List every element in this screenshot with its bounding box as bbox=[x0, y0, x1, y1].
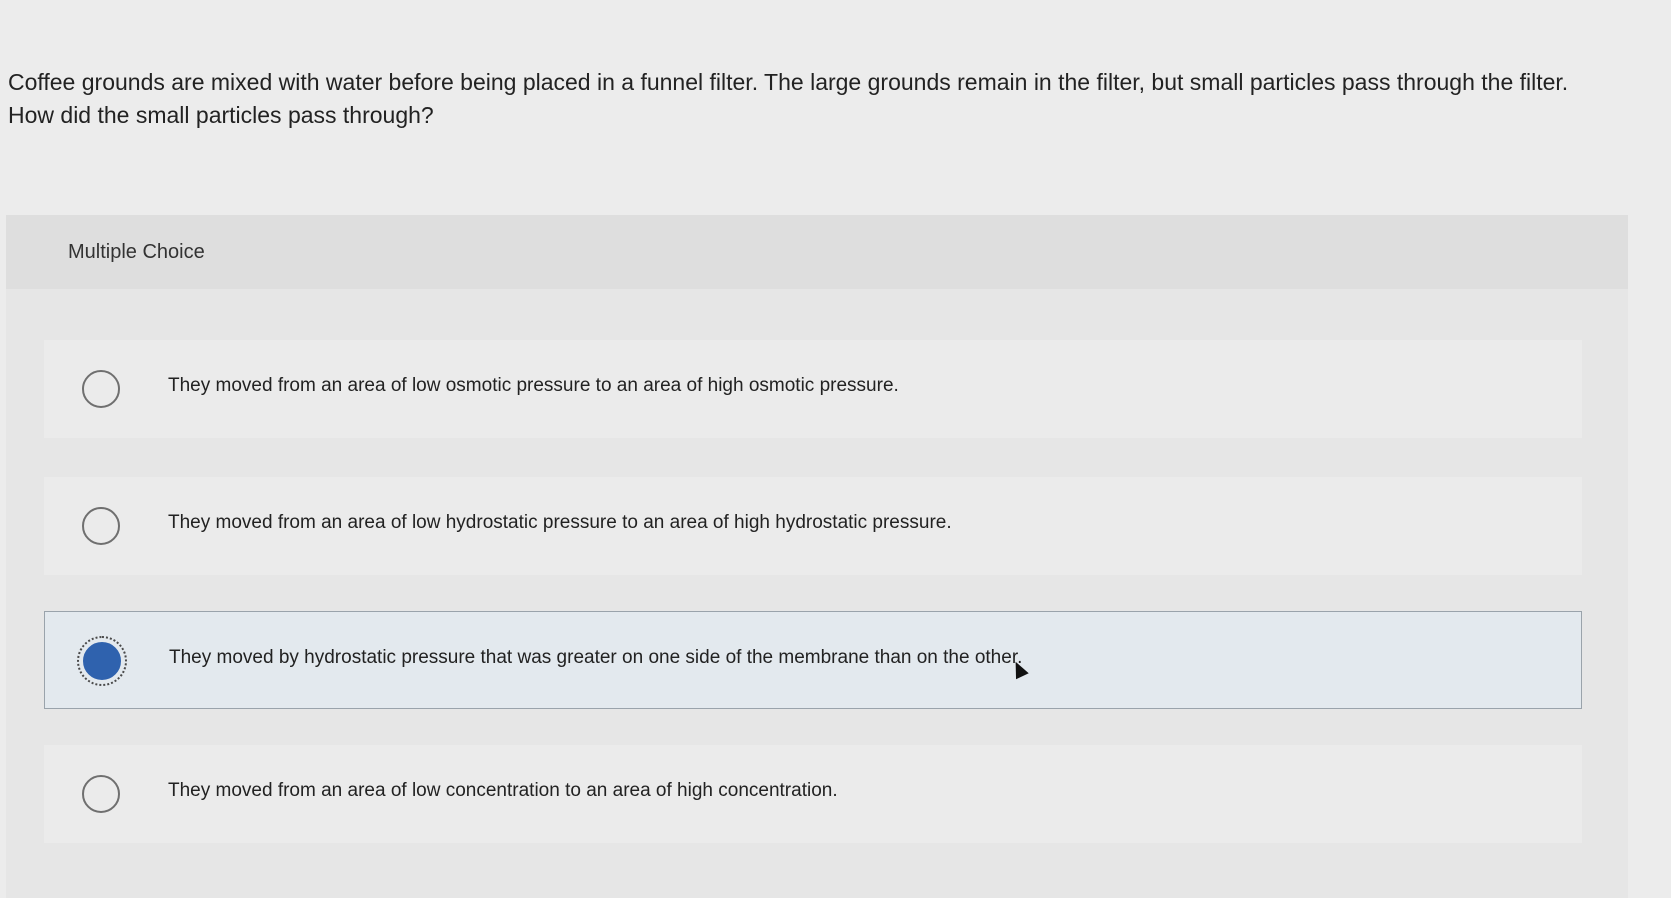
multiple-choice-header: Multiple Choice bbox=[6, 215, 1628, 289]
question-text: Coffee grounds are mixed with water befo… bbox=[8, 69, 1569, 128]
choice-option-text: They moved from an area of low concentra… bbox=[168, 780, 838, 801]
choice-option-text: They moved by hydrostatic pressure that … bbox=[169, 647, 1023, 668]
choice-option-text: They moved from an area of low osmotic p… bbox=[168, 375, 899, 396]
choice-option-text: They moved from an area of low hydrostat… bbox=[168, 512, 952, 533]
multiple-choice-label: Multiple Choice bbox=[68, 241, 205, 263]
choice-option-d[interactable]: They moved from an area of low concentra… bbox=[44, 745, 1582, 843]
choice-option-a[interactable]: They moved from an area of low osmotic p… bbox=[44, 340, 1582, 438]
radio-selected-icon[interactable] bbox=[77, 636, 127, 686]
choice-option-c[interactable]: They moved by hydrostatic pressure that … bbox=[44, 611, 1582, 709]
choice-option-b[interactable]: They moved from an area of low hydrostat… bbox=[44, 477, 1582, 575]
radio-unselected-icon[interactable] bbox=[82, 507, 120, 545]
radio-unselected-icon[interactable] bbox=[82, 775, 120, 813]
radio-unselected-icon[interactable] bbox=[82, 370, 120, 408]
multiple-choice-panel: Multiple Choice They moved from an area … bbox=[6, 215, 1628, 898]
